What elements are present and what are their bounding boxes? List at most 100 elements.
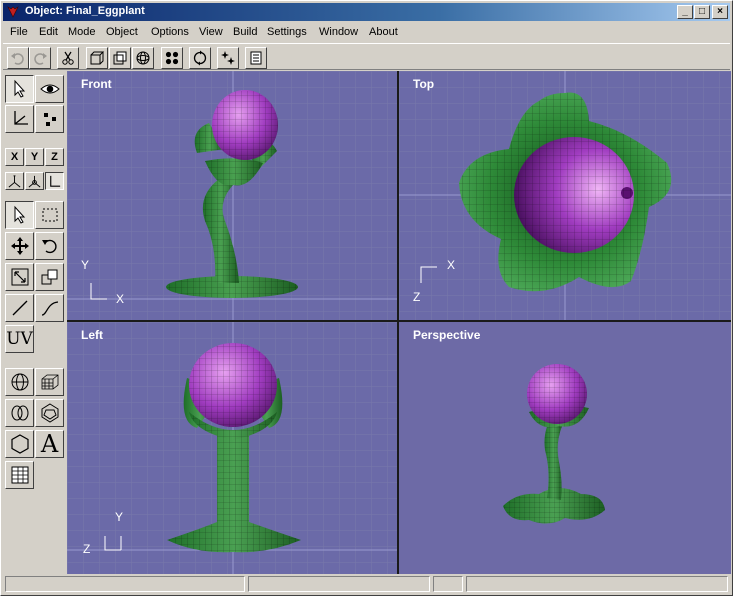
line-icon	[12, 300, 27, 316]
main-toolbar	[3, 43, 730, 70]
scale-tool[interactable]	[5, 263, 34, 291]
minimize-button[interactable]: _	[677, 5, 693, 19]
axis-tool[interactable]	[5, 105, 34, 133]
front-axis-h: X	[116, 292, 125, 306]
cut-button[interactable]	[57, 47, 79, 69]
redo-button[interactable]	[29, 47, 51, 69]
left-axis-h: Z	[83, 542, 91, 556]
menu-edit[interactable]: Edit	[39, 26, 58, 38]
rotate-view-icon	[193, 50, 207, 66]
front-viewport[interactable]: Front Y X	[67, 71, 397, 320]
pick-arrow-icon	[14, 205, 25, 224]
menu-view[interactable]: View	[199, 26, 223, 38]
sparkle-button[interactable]	[217, 47, 239, 69]
menu-about[interactable]: About	[369, 26, 398, 38]
list-icon	[250, 51, 262, 65]
status-panel-1	[5, 576, 245, 592]
status-panel-3	[433, 576, 463, 592]
application-window: Object: Final_Eggplant _ □ × File Edit M…	[0, 0, 733, 596]
curve-icon	[41, 301, 58, 316]
curve-tool[interactable]	[35, 294, 64, 322]
axis-xyz-icon	[8, 174, 21, 187]
menu-bar: File Edit Mode Object Options View Build…	[3, 23, 730, 42]
top-eggplant-model	[399, 71, 731, 320]
left-eggplant-model	[67, 322, 397, 574]
left-viewport-label: Left	[81, 328, 103, 342]
quad-dots-icon	[165, 51, 179, 65]
menu-object[interactable]: Object	[106, 26, 138, 38]
text-tool[interactable]: A	[35, 430, 64, 458]
title-bar[interactable]: Object: Final_Eggplant _ □ ×	[3, 3, 730, 21]
extrude-icon	[41, 269, 57, 285]
polyhedron-tool[interactable]	[35, 399, 64, 427]
close-icon: ×	[717, 6, 723, 17]
line-tool[interactable]	[5, 294, 34, 322]
arrow-cursor-icon	[14, 79, 25, 98]
close-button[interactable]: ×	[712, 5, 728, 19]
window-title: Object: Final_Eggplant	[25, 5, 145, 17]
x-axis-toggle[interactable]: X	[5, 148, 24, 166]
hexagon-tool[interactable]	[5, 430, 34, 458]
perspective-viewport[interactable]: Perspective	[399, 322, 731, 574]
dots-icon	[43, 113, 56, 126]
status-panel-2	[248, 576, 430, 592]
menu-build[interactable]: Build	[233, 26, 257, 38]
sphere-primitive-tool[interactable]	[5, 368, 34, 396]
left-axis-v: Y	[115, 510, 124, 524]
marquee-select-tool[interactable]	[35, 201, 64, 229]
eye-icon	[39, 84, 60, 94]
menu-options[interactable]: Options	[151, 26, 189, 38]
rotate-tool[interactable]	[35, 232, 64, 260]
z-axis-toggle[interactable]: Z	[45, 148, 64, 166]
top-axis-h: X	[447, 258, 456, 272]
points-button[interactable]	[161, 47, 183, 69]
undo-button[interactable]	[7, 47, 29, 69]
axis-xyz-tool[interactable]	[5, 172, 24, 190]
sphere-button[interactable]	[132, 47, 154, 69]
y-axis-toggle[interactable]: Y	[25, 148, 44, 166]
menu-window[interactable]: Window	[319, 26, 358, 38]
cube-back-icon	[113, 51, 127, 65]
front-viewport-label: Front	[81, 77, 112, 91]
undo-icon	[11, 53, 24, 65]
extrude-tool[interactable]	[35, 263, 64, 291]
axis-local-icon	[50, 175, 61, 187]
grid-box-tool[interactable]	[35, 368, 64, 396]
menu-settings[interactable]: Settings	[267, 26, 307, 38]
list-button[interactable]	[245, 47, 267, 69]
move-tool[interactable]	[5, 232, 34, 260]
cube-front-icon	[90, 51, 105, 65]
front-cube-button[interactable]	[86, 47, 108, 69]
sparkle-icon	[221, 51, 235, 65]
status-bar	[3, 575, 730, 593]
axis-origin-tool[interactable]	[25, 172, 44, 190]
axis-icon	[13, 111, 28, 125]
grid-box-icon	[41, 374, 58, 390]
rotate-view-button[interactable]	[189, 47, 211, 69]
maximize-icon: □	[698, 6, 706, 17]
sphere-primitive-icon	[11, 373, 28, 391]
front-eggplant-model	[67, 71, 397, 320]
minimize-icon: _	[682, 6, 688, 17]
table-tool[interactable]	[5, 461, 34, 489]
top-viewport[interactable]: Top X Z	[399, 71, 731, 320]
tool-palette: X Y Z UV A	[3, 73, 65, 573]
cut-icon	[62, 51, 74, 65]
view-eye-tool[interactable]	[35, 75, 64, 103]
uv-tool[interactable]: UV	[5, 325, 34, 353]
polyhedron-icon	[41, 403, 58, 423]
move-icon	[10, 237, 29, 255]
torus-tool[interactable]	[5, 399, 34, 427]
menu-file[interactable]: File	[10, 26, 28, 38]
back-cube-button[interactable]	[109, 47, 131, 69]
axis-local-tool[interactable]	[45, 172, 64, 190]
status-panel-4	[466, 576, 728, 592]
vertex-tool[interactable]	[35, 105, 64, 133]
select-arrow-tool[interactable]	[5, 75, 34, 103]
maximize-button[interactable]: □	[694, 5, 710, 19]
left-viewport[interactable]: Left Y Z	[67, 322, 397, 574]
menu-mode[interactable]: Mode	[68, 26, 96, 38]
viewport-area: Front Y X Top X Z Left Y Z Perspective	[67, 71, 731, 574]
pick-tool[interactable]	[5, 201, 34, 229]
text-tool-label: A	[40, 430, 59, 458]
